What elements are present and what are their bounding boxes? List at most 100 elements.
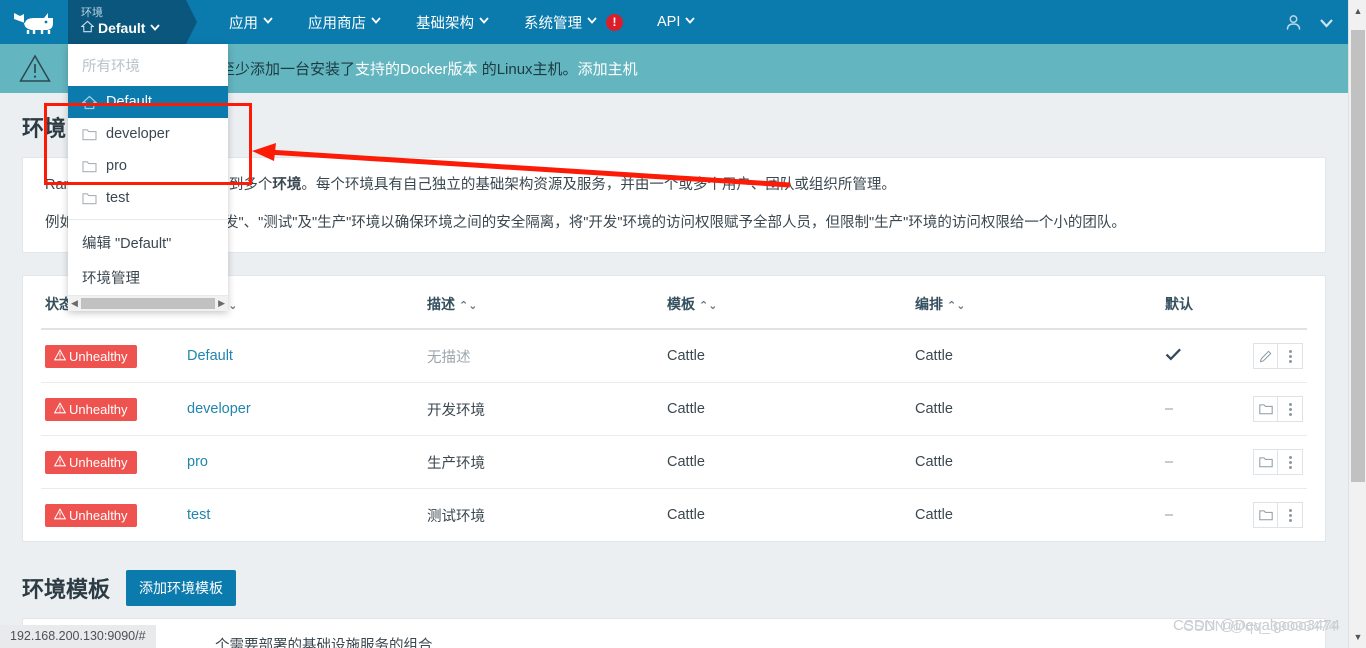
nav-item-api[interactable]: API — [640, 0, 713, 44]
row-action-group — [1253, 343, 1303, 369]
dropdown-action-edit-default[interactable]: 编辑 "Default" — [68, 225, 228, 260]
column-header-description-label: 描述 — [427, 296, 455, 312]
kebab-menu-icon[interactable] — [1278, 396, 1303, 422]
status-badge-label: Unhealthy — [69, 348, 128, 364]
column-header-orchestration-label: 编排 — [915, 296, 943, 312]
cell-actions — [1216, 435, 1307, 489]
cell-description: 开发环境 — [423, 382, 663, 436]
navbar-user-area — [1284, 0, 1348, 44]
column-header-description[interactable]: 描述 ⌃⌄ — [423, 276, 663, 330]
cell-state: Unhealthy — [41, 382, 183, 436]
dropdown-action-manage-environments[interactable]: 环境管理 — [68, 260, 228, 295]
chevron-down-icon[interactable] — [1319, 15, 1334, 30]
environment-switcher-name: Default — [98, 20, 146, 36]
warning-triangle-icon — [0, 54, 70, 83]
templates-title: 环境模板 — [22, 577, 111, 602]
column-header-template[interactable]: 模板 ⌃⌄ — [663, 276, 911, 330]
table-row[interactable]: Unhealthy developer 开发环境 Cattle Cattle – — [41, 382, 1307, 436]
cell-actions — [1217, 489, 1307, 542]
kebab-menu-icon[interactable] — [1278, 449, 1303, 475]
nav-item-admin[interactable]: 系统管理 ! — [507, 0, 640, 44]
scroll-right-arrow-icon[interactable]: ▶ — [218, 299, 225, 308]
rancher-cow-logo[interactable] — [0, 0, 68, 44]
cell-state: Unhealthy — [41, 435, 183, 489]
column-header-orchestration[interactable]: 编排 ⌃⌄ — [911, 276, 1161, 330]
page-vertical-scrollbar[interactable]: ▲ ▼ — [1348, 0, 1366, 648]
templates-description: 个需要部署的基础设施服务的组合 — [215, 638, 433, 648]
kebab-menu-icon[interactable] — [1278, 502, 1303, 528]
nav-item-infrastructure[interactable]: 基础架构 — [399, 0, 507, 44]
environment-link[interactable]: Default — [187, 348, 233, 364]
cell-template: Cattle — [663, 382, 911, 436]
scroll-up-arrow-icon[interactable]: ▲ — [1349, 2, 1366, 20]
sort-icon: ⌃⌄ — [699, 300, 718, 312]
dropdown-item-developer[interactable]: developer — [68, 118, 228, 150]
folder-icon[interactable] — [1253, 396, 1278, 422]
column-header-default-label: 默认 — [1165, 296, 1193, 312]
scroll-left-arrow-icon[interactable]: ◀ — [71, 299, 78, 308]
environment-switcher[interactable]: 环境 Default — [68, 0, 197, 44]
chevron-down-icon — [478, 14, 490, 30]
nav-item-apps[interactable]: 应用 — [212, 0, 291, 44]
cell-template: Cattle — [667, 507, 705, 523]
environment-templates-card: 个需要部署的基础设施服务的组合 — [22, 618, 1326, 648]
folder-icon — [82, 128, 97, 141]
table-head: 状态⌃⌄ 名称⌃⌄ 描述⌃⌄ 模板⌃⌄ 编排⌃⌄ — [41, 276, 1307, 330]
pencil-icon[interactable] — [1253, 343, 1278, 369]
environment-switcher-label: 环境 — [81, 7, 103, 19]
dropdown-item-test[interactable]: test — [68, 182, 228, 214]
navbar-menu: 应用 应用商店 基础架构 系统管理 ! API — [186, 0, 713, 44]
environment-templates-header: 环境模板 添加环境模板 — [0, 542, 1348, 618]
environment-link[interactable]: developer — [187, 401, 251, 417]
scroll-down-arrow-icon[interactable]: ▼ — [1349, 628, 1366, 646]
environment-dropdown-menu: 所有环境 Default developer pro test 编辑 "Defa… — [68, 44, 228, 311]
user-icon[interactable] — [1284, 13, 1303, 32]
cell-actions — [1216, 329, 1307, 383]
cell-template: Cattle — [663, 435, 911, 489]
folder-icon[interactable] — [1253, 502, 1278, 528]
folder-icon — [82, 192, 97, 205]
dropdown-item-pro[interactable]: pro — [68, 150, 228, 182]
table-row[interactable]: Unhealthy pro 生产环境 Cattle Cattle – — [41, 435, 1307, 489]
status-badge: Unhealthy — [45, 397, 137, 421]
cell-default: – — [1161, 382, 1217, 436]
supported-docker-link[interactable]: 支持的Docker版本 — [355, 61, 478, 78]
dropdown-header-all-environments: 所有环境 — [82, 59, 140, 75]
environment-link[interactable]: pro — [187, 454, 208, 470]
warning-triangle-icon — [53, 401, 67, 417]
add-host-link[interactable]: 添加主机 — [578, 61, 638, 78]
info-p1-bold: 环境 — [272, 177, 302, 193]
dropdown-divider — [68, 219, 228, 220]
cell-name: developer — [183, 382, 423, 436]
table-body: Unhealthy Default 无描述 Cattle Cattle Unhe… — [41, 329, 1307, 541]
warning-triangle-icon — [53, 348, 67, 364]
cell-orchestration: Cattle — [911, 329, 1161, 383]
cell-description: 无描述 — [423, 329, 663, 383]
table-row[interactable]: Unhealthy Default 无描述 Cattle Cattle — [41, 329, 1307, 383]
nav-item-catalog-label: 应用商店 — [308, 15, 366, 32]
dropdown-horizontal-scrollbar[interactable]: ◀ ▶ — [68, 295, 228, 311]
top-navbar: 环境 Default 应用 应用商店 基础架构 系统管理 ! API — [0, 0, 1348, 44]
add-environment-template-button[interactable]: 添加环境模板 — [126, 570, 237, 606]
home-icon — [80, 19, 95, 37]
vertical-scrollbar-thumb[interactable] — [1351, 30, 1365, 482]
cell-description: 生产环境 — [423, 435, 663, 489]
table-header-row: 状态⌃⌄ 名称⌃⌄ 描述⌃⌄ 模板⌃⌄ 编排⌃⌄ — [41, 276, 1307, 330]
nav-item-catalog[interactable]: 应用商店 — [291, 0, 399, 44]
cell-state: Unhealthy — [41, 329, 183, 383]
nav-item-api-label: API — [657, 14, 681, 30]
environment-link[interactable]: test — [187, 507, 210, 523]
dropdown-item-default[interactable]: Default — [68, 86, 228, 118]
table-row[interactable]: Unhealthy test 测试环境 Cattle Cattle – — [41, 489, 1307, 542]
scrollbar-thumb[interactable] — [80, 298, 216, 309]
kebab-menu-icon[interactable] — [1278, 343, 1303, 369]
cell-description: 测试环境 — [427, 508, 485, 525]
nav-item-infrastructure-label: 基础架构 — [416, 15, 474, 32]
row-action-group — [1253, 396, 1303, 422]
admin-alert-badge: ! — [606, 13, 623, 31]
folder-icon[interactable] — [1253, 449, 1278, 475]
chevron-down-icon — [684, 14, 696, 30]
home-icon — [82, 95, 97, 110]
warning-text-middle: 的Linux主机。 — [477, 61, 578, 78]
info-p1-b: 到多个 — [228, 177, 273, 193]
